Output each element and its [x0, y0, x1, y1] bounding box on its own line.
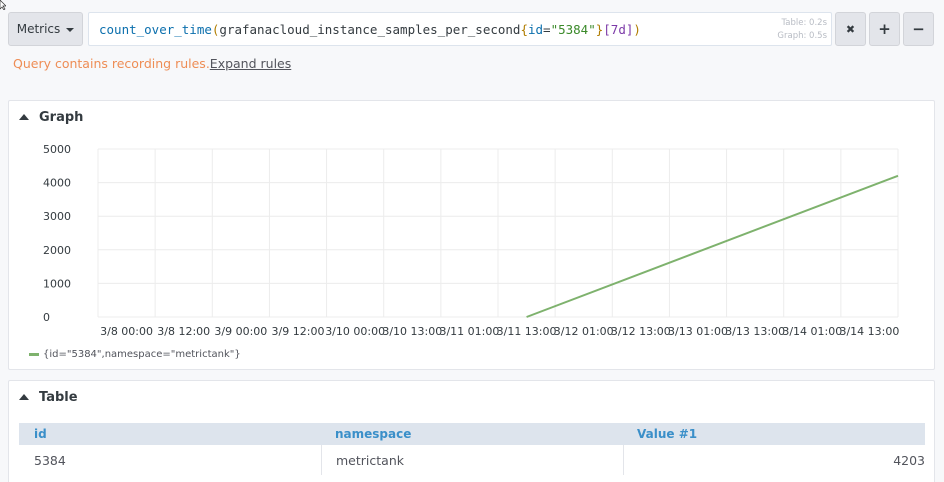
table-row: 5384 metrictank 4203	[19, 445, 925, 475]
metrics-dropdown-button[interactable]: Metrics	[8, 12, 83, 46]
prometheus-explore: Metrics count_over_time(grafanacloud_ins…	[0, 0, 944, 482]
timing-graph: Graph: 0.5s	[777, 31, 827, 41]
column-header-namespace[interactable]: namespace	[321, 427, 623, 441]
series-line	[526, 174, 899, 318]
remove-query-button[interactable]: ✖	[835, 12, 866, 46]
warning-text: Query contains recording rules.	[13, 56, 210, 71]
y-tick-label: 5000	[43, 143, 71, 156]
recording-rules-warning: Query contains recording rules.Expand ru…	[13, 56, 291, 71]
query-open-brace: {	[520, 21, 528, 37]
close-icon: ✖	[845, 22, 856, 36]
query-open-paren: (	[211, 21, 220, 37]
x-tick-label: 3/12 13:00	[611, 325, 671, 338]
query-function: count_over_time	[99, 21, 212, 37]
graph-panel: Graph 0 1000 2000 3000 4000 5000 3/8 00:00 3/8 …	[8, 100, 935, 370]
expand-rules-link[interactable]: Expand rules	[210, 56, 291, 71]
x-tick-label: 3/9 12:00	[272, 325, 325, 338]
column-header-value[interactable]: Value #1	[623, 427, 925, 441]
y-tick-label: 2000	[43, 244, 71, 257]
table-header-row: id namespace Value #1	[19, 423, 925, 445]
x-tick-label: 3/10 00:00	[325, 325, 385, 338]
graph-chart: 0 1000 2000 3000 4000 5000 3/8 00:00 3/8 12:00 3…	[43, 143, 899, 338]
cell-value: 4203	[623, 445, 925, 475]
collapse-triangle-icon	[19, 394, 29, 400]
query-close-paren: )	[633, 21, 641, 37]
legend-label: {id="5384",namespace="metrictank"}	[43, 349, 241, 360]
x-tick-label: 3/11 13:00	[497, 325, 557, 338]
x-tick-label: 3/14 13:00	[839, 325, 899, 338]
y-tick-label: 4000	[43, 177, 71, 190]
x-tick-label: 3/10 13:00	[382, 325, 442, 338]
query-label-value: "5384"	[550, 21, 596, 37]
cell-id: 5384	[34, 452, 66, 468]
query-close-brace: }	[595, 21, 604, 37]
minus-icon: −	[912, 20, 925, 38]
table-panel: Table id namespace Value #1 5384 metrict…	[8, 380, 935, 482]
x-tick-label: 3/12 01:00	[554, 325, 614, 338]
column-header-id[interactable]: id	[19, 427, 321, 441]
graph-legend-item[interactable]: {id="5384",namespace="metrictank"}	[29, 349, 241, 360]
query-input[interactable]: count_over_time(grafanacloud_instance_sa…	[88, 12, 832, 46]
add-query-button[interactable]: +	[869, 12, 900, 46]
timing-table: Table: 0.2s	[781, 18, 828, 28]
caret-down-icon	[66, 27, 75, 32]
x-tick-label: 3/8 00:00	[100, 325, 153, 338]
metrics-dropdown-label: Metrics	[16, 22, 61, 36]
cell-namespace: metrictank	[321, 445, 623, 475]
query-range: [7d]	[603, 21, 634, 37]
query-label-eq: =	[543, 21, 551, 37]
table-panel-header[interactable]: Table	[19, 389, 78, 405]
results-table: id namespace Value #1 5384 metrictank 42…	[19, 423, 925, 475]
query-timings: Table: 0.2s Graph: 0.5s	[777, 17, 827, 43]
x-tick-label: 3/9 00:00	[214, 325, 267, 338]
mouse-cursor-icon	[0, 0, 6, 10]
plus-icon: +	[878, 20, 891, 38]
table-title: Table	[39, 389, 78, 405]
query-label-key: id	[527, 21, 544, 37]
x-tick-label: 3/11 01:00	[439, 325, 499, 338]
x-tick-label: 3/8 12:00	[157, 325, 210, 338]
y-tick-label: 3000	[43, 210, 71, 223]
legend-swatch	[29, 353, 39, 356]
x-tick-label: 3/13 13:00	[725, 325, 785, 338]
query-metric-name: grafanacloud_instance_samples_per_second	[219, 21, 521, 37]
query-row: Metrics count_over_time(grafanacloud_ins…	[8, 12, 936, 46]
y-tick-label: 0	[43, 311, 50, 324]
y-tick-label: 1000	[43, 277, 71, 290]
x-tick-label: 3/13 01:00	[668, 325, 728, 338]
collapse-query-button[interactable]: −	[903, 12, 934, 46]
x-tick-label: 3/14 01:00	[782, 325, 842, 338]
